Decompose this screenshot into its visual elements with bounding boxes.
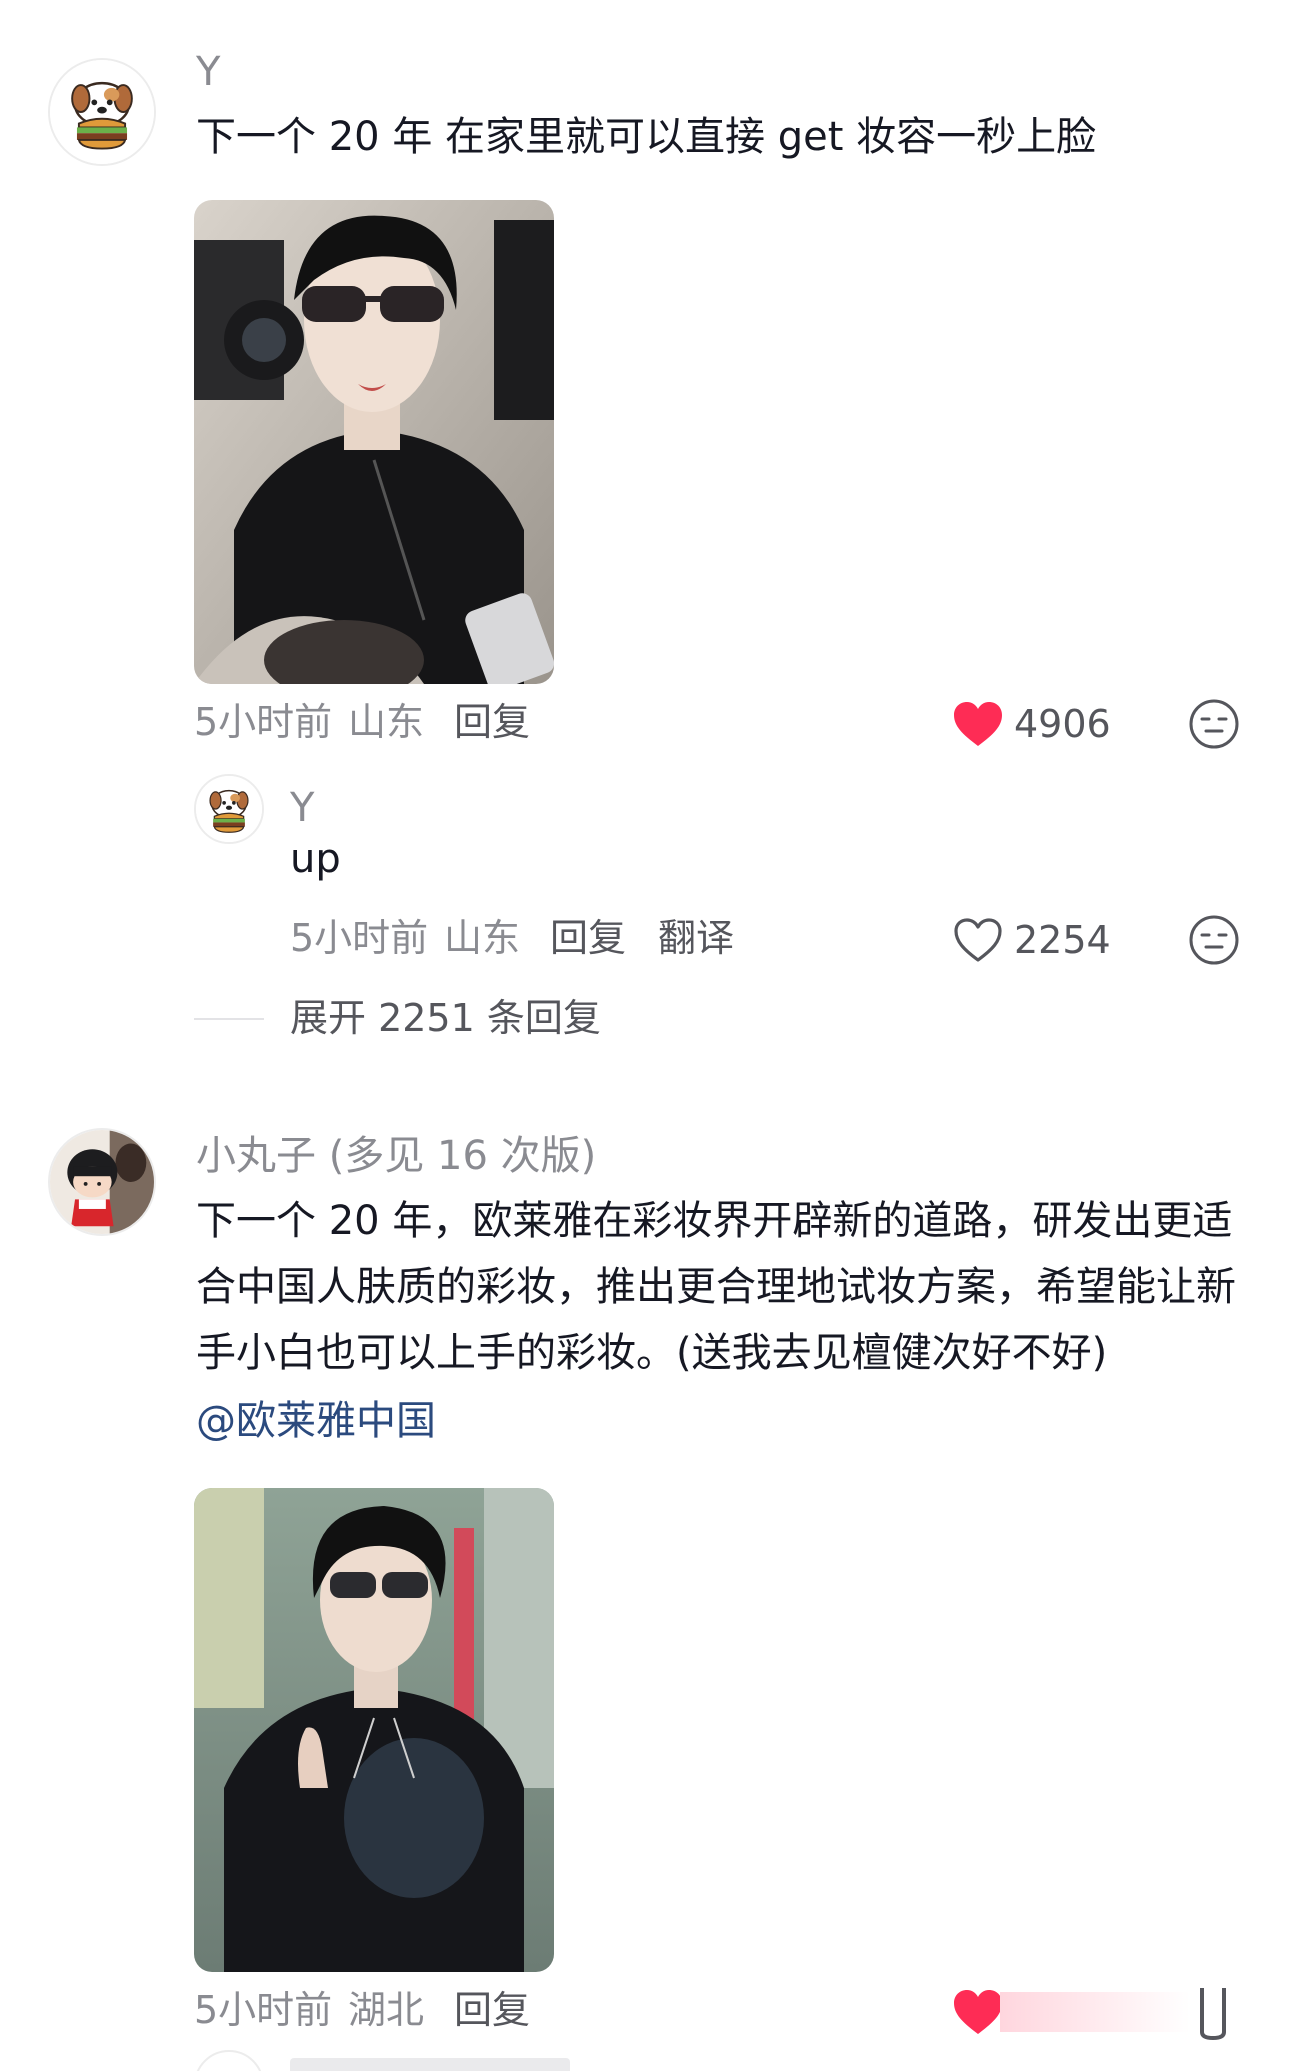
like-count-blurred (1000, 1992, 1190, 2032)
reply-like-count: 2254 (1014, 918, 1111, 962)
like-count: 4906 (1014, 702, 1111, 746)
reply-reaction-button[interactable] (1188, 914, 1240, 966)
user-avatar[interactable] (48, 1128, 156, 1236)
photo-man-waving (194, 1488, 554, 1972)
comment-location: 山东 (348, 700, 425, 744)
reply-button[interactable]: 回复 (454, 1988, 530, 2032)
neutral-face-icon (1189, 699, 1239, 749)
neutral-face-icon (1189, 915, 1239, 965)
comment-username[interactable]: Y (196, 48, 220, 96)
maruko-girl-icon (50, 1130, 154, 1234)
comment-location: 湖北 (348, 1988, 425, 2032)
comment-text: 下一个 20 年，欧莱雅在彩妆界开辟新的道路，研发出更适合中国人肤质的彩妆，推出… (196, 1198, 1236, 1376)
like-button[interactable] (952, 1988, 1004, 2036)
comment-time: 5小时前 (194, 700, 333, 744)
reply-item: Y up 5小时前 山东 回复 翻译 2254 (0, 770, 1290, 970)
reply-like-button[interactable] (952, 916, 1004, 964)
heart-outline-icon (954, 918, 1002, 962)
puppy-burger-icon (50, 60, 154, 164)
reply-time: 5小时前 (290, 916, 429, 960)
expand-replies-button[interactable]: 展开 2251 条回复 (290, 996, 601, 1040)
photo-man-sunglasses (194, 200, 554, 684)
comment-username[interactable]: 小丸子 (多见 16 次版) (196, 1132, 596, 1180)
puppy-burger-icon (196, 776, 262, 842)
reply-text: up (290, 836, 341, 882)
heart-filled-icon (954, 702, 1002, 746)
mention-link[interactable]: @欧莱雅中国 (196, 1388, 436, 1454)
reaction-button[interactable] (1196, 1986, 1230, 2040)
comment-image[interactable] (194, 1488, 554, 1972)
next-comment-avatar (194, 2050, 264, 2071)
comment-2: 小丸子 (多见 16 次版) 下一个 20 年，欧莱雅在彩妆界开辟新的道路，研发… (0, 1100, 1290, 2071)
comment-time: 5小时前 (194, 1988, 333, 2032)
reply-username[interactable]: Y (290, 784, 314, 832)
heart-filled-icon (954, 1990, 1002, 2034)
comment-image[interactable] (194, 200, 554, 684)
reply-reply-button[interactable]: 回复 (550, 916, 626, 960)
comment-1: Y 下一个 20 年 在家里就可以直接 get 妆容一秒上脸 5小时前 山东 回… (0, 0, 1290, 1070)
reply-location: 山东 (444, 916, 521, 960)
next-comment-username-peek (290, 2058, 570, 2071)
reaction-button[interactable] (1188, 698, 1240, 750)
reaction-partial-icon (1200, 1988, 1226, 2040)
like-button[interactable] (952, 700, 1004, 748)
user-avatar[interactable] (48, 58, 156, 166)
reply-button[interactable]: 回复 (454, 700, 530, 744)
expand-divider (194, 1018, 264, 1020)
reply-avatar[interactable] (194, 774, 264, 844)
comment-text: 下一个 20 年 在家里就可以直接 get 妆容一秒上脸 (196, 114, 1097, 160)
translate-button[interactable]: 翻译 (658, 916, 734, 960)
